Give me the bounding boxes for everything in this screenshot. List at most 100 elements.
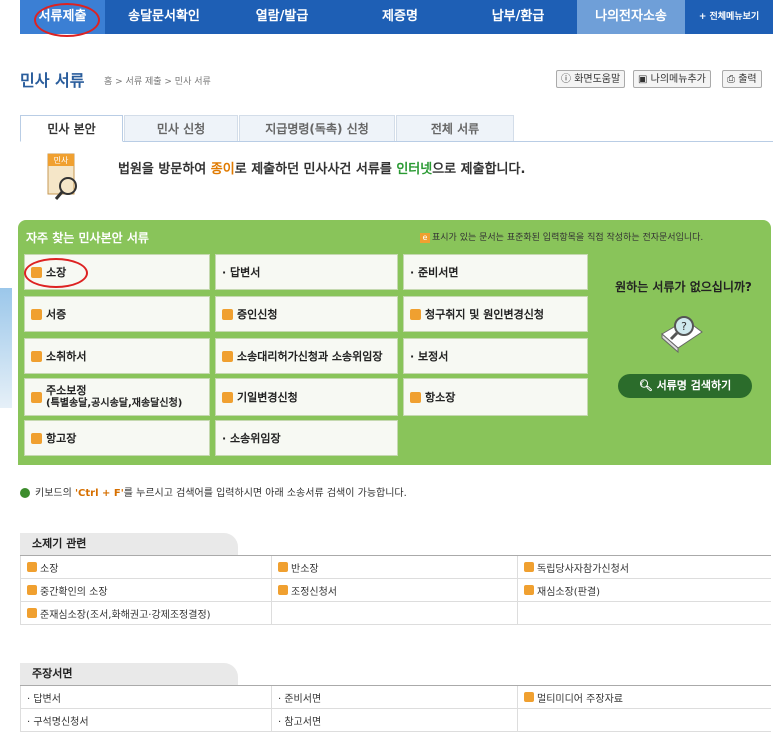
page-title: 민사 서류 [20,71,85,90]
nav-certificate[interactable]: 제증명 [341,0,459,34]
category-doc-label: 멀티미디어 주장자료 [537,693,623,705]
e-doc-icon [222,308,233,320]
frequent-doc-label: 주소보정 (특별송달,공시송달,재송달신청) [46,384,183,409]
e-doc-icon [27,585,37,595]
top-navigation: 서류제출 송달문서확인 열람/발급 제증명 납부/환급 나의전자소송 + 전체메… [20,0,773,34]
frequent-doc-item[interactable]: 서증 [24,296,210,332]
e-doc-icon [31,308,42,320]
e-doc-icon [222,350,233,362]
frequent-doc-label: · 보정서 [410,350,449,363]
category-doc-item[interactable]: 준재심소장(조서,화해권고·강제조정결정) [20,602,271,625]
e-doc-icon [31,350,42,362]
e-doc-icon [524,562,534,572]
frequent-doc-item[interactable]: · 준비서면 [403,254,588,290]
category-doc-label: · 준비서면 [278,693,322,705]
category-doc-label: 소장 [40,563,59,575]
frequent-doc-item[interactable]: 청구취지 및 원인변경신청 [403,296,588,332]
add-my-menu-button[interactable]: ▣ 나의메뉴추가 [633,70,711,88]
nav-all-menu[interactable]: + 전체메뉴보기 [685,0,773,34]
e-doc-icon [222,391,233,403]
frequent-doc-item[interactable]: 기일변경신청 [215,378,398,416]
e-doc-icon [31,432,42,444]
frequent-doc-item[interactable]: 증인신청 [215,296,398,332]
red-circle-annotation-2 [24,258,88,288]
category-doc-label: 반소장 [291,563,319,575]
frequent-doc-label: · 준비서면 [410,266,459,279]
category-doc-item[interactable]: 반소장 [271,556,517,579]
breadcrumb: 홈 > 서류 제출 > 민사 서류 [104,77,211,87]
category-header-arguments: 주장서면 [20,663,238,685]
frequent-doc-item[interactable]: 항소장 [403,378,588,416]
e-doc-icon [410,308,421,320]
frequent-doc-item[interactable]: 소송대리허가신청과 소송위임장 [215,338,398,374]
category-doc-label: 독립당사자참가신청서 [537,563,629,575]
e-doc-icon [27,608,37,618]
tab-civil-application[interactable]: 민사 신청 [124,115,238,141]
nav-my-e-litigation[interactable]: 나의전자소송 [577,0,685,34]
nav-payment-refund[interactable]: 납부/환급 [459,0,577,34]
frequent-doc-label: 청구취지 및 원인변경신청 [425,308,544,321]
category-doc-item[interactable]: · 구석명신청서 [20,709,271,732]
help-label: 화면도움말 [574,74,621,85]
frequent-doc-item[interactable]: 주소보정 (특별송달,공시송달,재송달신청) [24,378,210,416]
empty-cell [271,602,517,625]
frequent-doc-label: 증인신청 [237,308,278,321]
category-doc-label: · 구석명신청서 [27,716,89,728]
category-doc-item[interactable]: · 준비서면 [271,686,517,709]
magnifier-document-icon: ? [661,316,703,354]
printer-icon: ⎙ [727,74,739,85]
search-doc-label: 서류명 검색하기 [656,379,732,392]
search-doc-button[interactable]: 🔍︎ 서류명 검색하기 [618,374,752,398]
tab-payment-order[interactable]: 지급명령(독촉) 신청 [239,115,395,141]
add-menu-label: 나의메뉴추가 [650,74,706,85]
frequent-doc-label: 항소장 [425,391,456,404]
category-doc-item[interactable]: · 참고서면 [271,709,517,732]
category-header-filing: 소제기 관련 [20,533,238,555]
tab-civil-main[interactable]: 민사 본안 [20,115,123,142]
empty-cell [517,709,771,732]
category-doc-label: 중간확인의 소장 [40,586,108,598]
nav-view-issue[interactable]: 열람/발급 [223,0,341,34]
category-doc-item[interactable]: 소장 [20,556,271,579]
category-doc-item[interactable]: 조정신청서 [271,579,517,602]
print-label: 출력 [738,74,757,85]
category-doc-item[interactable]: 독립당사자참가신청서 [517,556,771,579]
frequent-doc-item[interactable]: 소취하서 [24,338,210,374]
frequent-doc-item[interactable]: 항고장 [24,420,210,456]
category-doc-label: · 답변서 [27,693,61,705]
nav-service-check[interactable]: 송달문서확인 [105,0,223,34]
category-doc-item[interactable]: 재심소장(판결) [517,579,771,602]
keyboard-hint: 키보드의 'Ctrl + F'를 누르시고 검색어를 입력하시면 아래 소송서류… [20,484,407,499]
svg-text:?: ? [681,320,687,333]
e-doc-icon [31,391,42,403]
hint-bullet-icon [20,488,30,498]
e-doc-icon [278,585,288,595]
frequent-doc-item[interactable]: · 보정서 [403,338,588,374]
svg-text:민사: 민사 [54,155,69,165]
category-doc-item[interactable]: · 답변서 [20,686,271,709]
document-search-icon: 민사 [47,153,77,200]
e-doc-icon [524,585,534,595]
frequent-doc-item[interactable]: · 소송위임장 [215,420,398,456]
category-doc-label: 준재심소장(조서,화해권고·강제조정결정) [40,609,211,621]
frequent-docs-title: 자주 찾는 민사본안 서류 [26,231,149,245]
empty-cell [517,602,771,625]
frequent-doc-label: 기일변경신청 [237,391,298,404]
category-doc-item[interactable]: 멀티미디어 주장자료 [517,686,771,709]
e-doc-note: e 표시가 있는 문서는 표준화된 입력항목을 직접 작성하는 전자문서입니다. [420,230,703,243]
print-button[interactable]: ⎙ 출력 [722,70,762,88]
frequent-doc-label: · 답변서 [222,266,261,279]
category-doc-item[interactable]: 중간확인의 소장 [20,579,271,602]
e-doc-icon: e [420,233,430,243]
help-button[interactable]: ⓘ 화면도움말 [556,70,626,88]
category-doc-label: · 참고서면 [278,716,322,728]
intro-text: 법원을 방문하여 종이로 제출하던 민사사건 서류를 인터넷으로 제출합니다. [118,162,526,177]
frequent-doc-item[interactable]: · 답변서 [215,254,398,290]
frequent-doc-label: 서증 [46,308,67,321]
frequent-doc-label: 소송대리허가신청과 소송위임장 [237,350,383,363]
e-doc-icon [410,391,421,403]
left-edge-decoration [0,288,12,408]
category-doc-label: 재심소장(판결) [537,586,601,598]
tab-all-documents[interactable]: 전체 서류 [396,115,514,141]
tab-bar: 민사 본안 민사 신청 지급명령(독촉) 신청 전체 서류 [20,115,773,142]
